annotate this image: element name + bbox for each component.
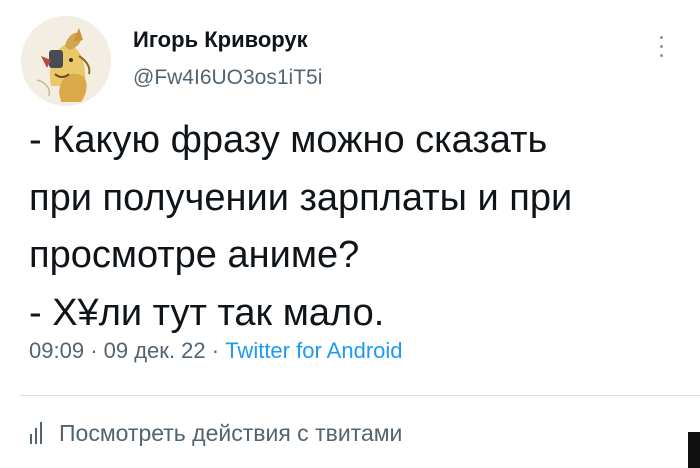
more-vertical-icon[interactable] xyxy=(652,32,672,66)
avatar[interactable] xyxy=(21,16,111,106)
tweet-date[interactable]: 09 дек. 22 xyxy=(104,338,206,363)
edge-artifact xyxy=(688,432,700,468)
meta-separator: · xyxy=(211,338,220,363)
tweet-text: - Какую фразу можно сказать при получени… xyxy=(29,119,573,334)
divider xyxy=(20,395,700,396)
tweet-analytics-button[interactable]: Посмотреть действия с твитами xyxy=(29,418,402,448)
tweet-source-link[interactable]: Twitter for Android xyxy=(225,338,402,363)
tweet-card: Игорь Криворук @Fw4I6UO3os1iT5i - Какую … xyxy=(0,0,700,468)
author-handle[interactable]: @Fw4I6UO3os1iT5i xyxy=(133,66,322,90)
meta-separator: · xyxy=(90,338,98,363)
author-name[interactable]: Игорь Криворук xyxy=(133,27,308,53)
avatar-illustration xyxy=(21,16,111,106)
analytics-label: Посмотреть действия с твитами xyxy=(59,419,403,446)
bar-chart-icon xyxy=(29,422,45,444)
tweet-time[interactable]: 09:09 xyxy=(29,338,84,363)
tweet-meta: 09:09 · 09 дек. 22 · Twitter for Android xyxy=(29,338,403,364)
